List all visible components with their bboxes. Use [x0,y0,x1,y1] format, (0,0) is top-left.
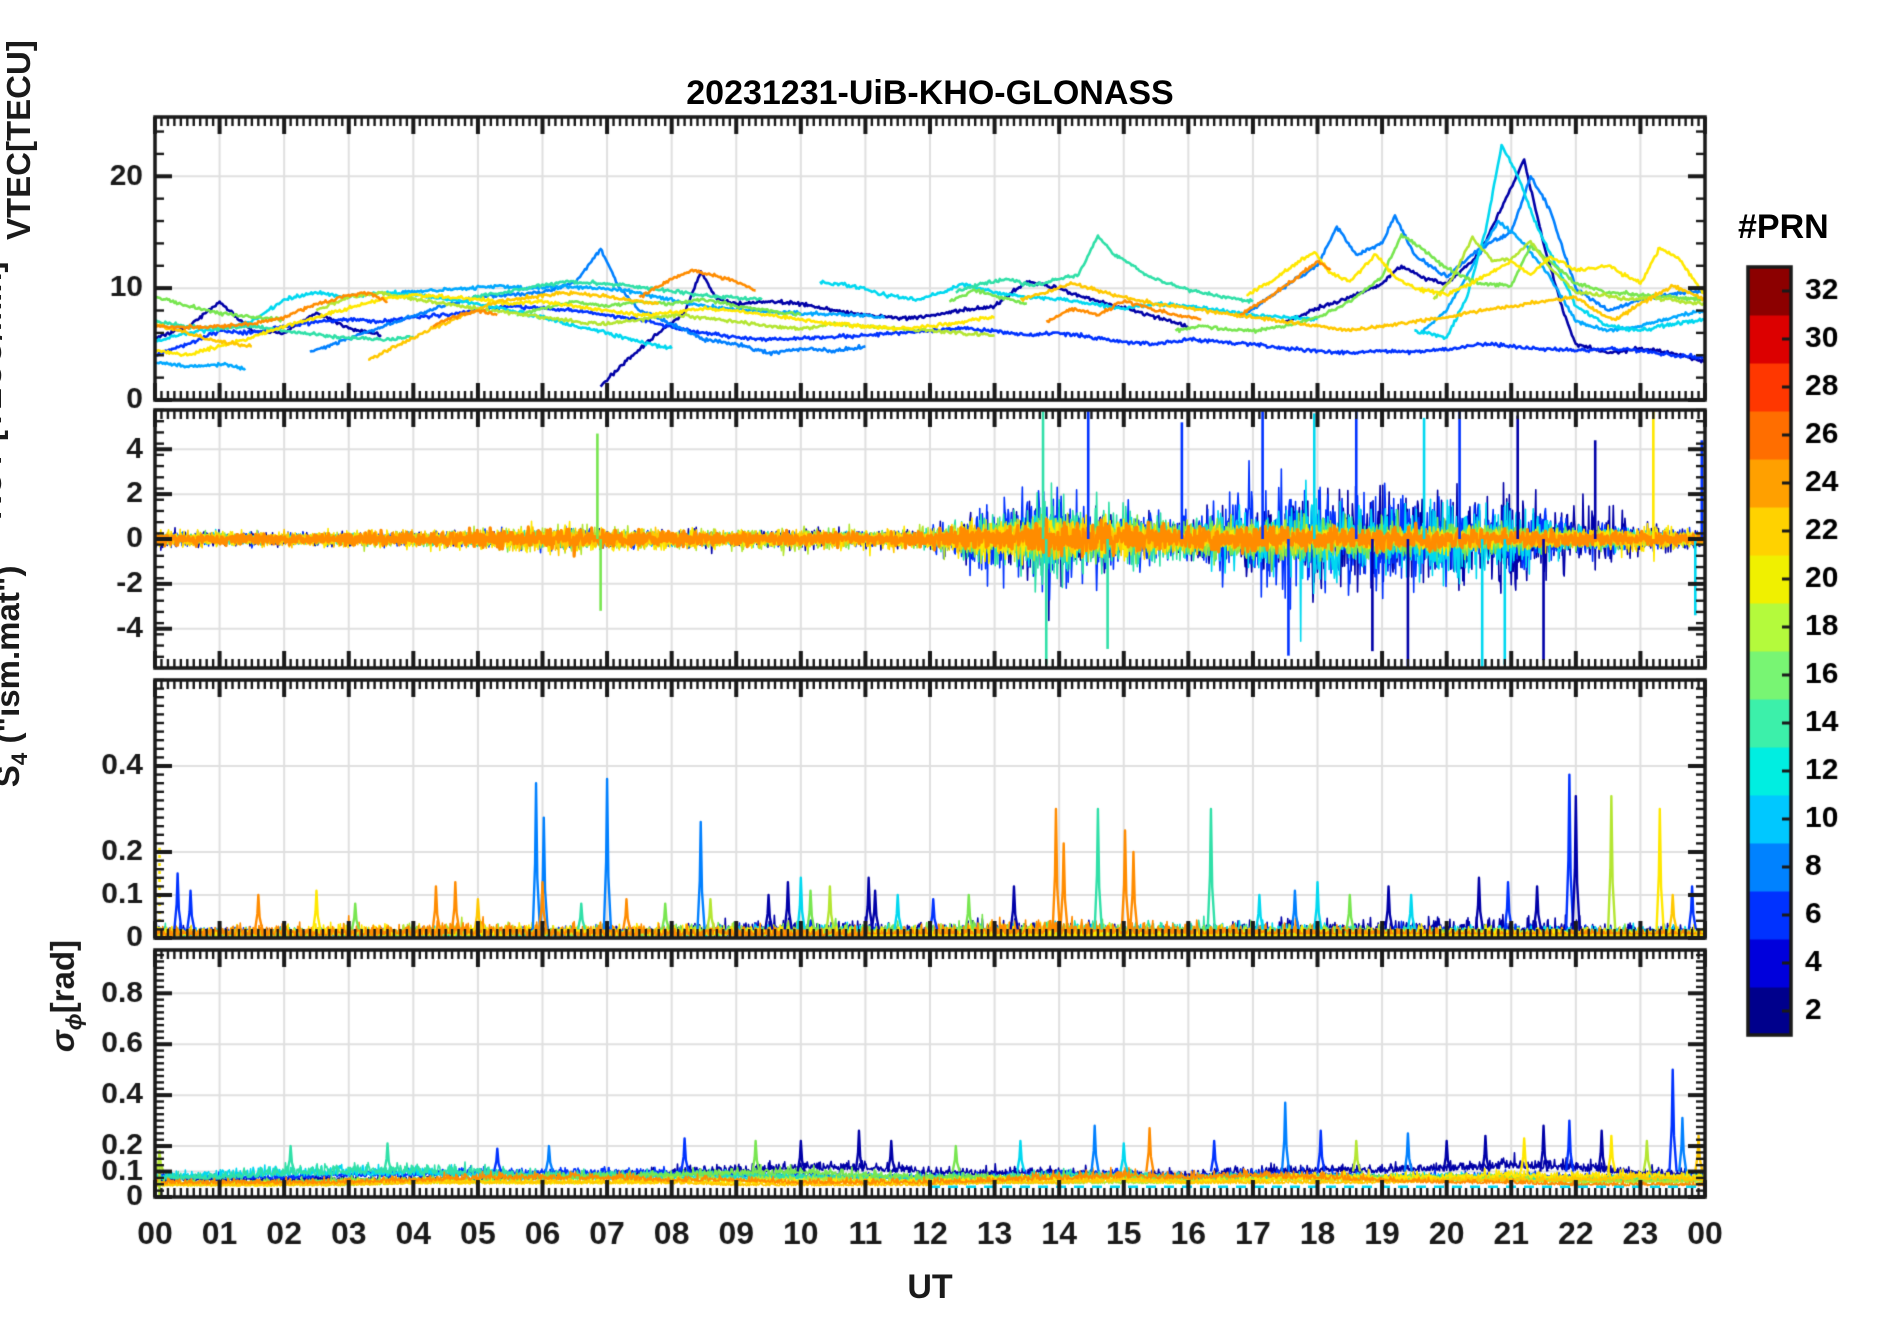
plot-title: 20231231-UiB-KHO-GLONASS [686,74,1174,112]
y-axis-label-sigma-phi: σϕ[rad] [43,939,87,1052]
figure-window: 20231231-UiB-KHO-GLONASS VTEC[TECU] ROT … [0,0,1902,1330]
y-axis-label-rot: ROT [TECU/min] [0,261,8,520]
y-axis-label-vtec: VTEC[TECU] [0,39,38,240]
glonass-multipanel-plot-canvas [0,0,1902,1330]
x-axis-label: UT [907,1268,953,1306]
y-axis-label-s4: S4 ("ism.mat") [0,565,32,788]
colorbar-title: #PRN [1738,208,1829,246]
